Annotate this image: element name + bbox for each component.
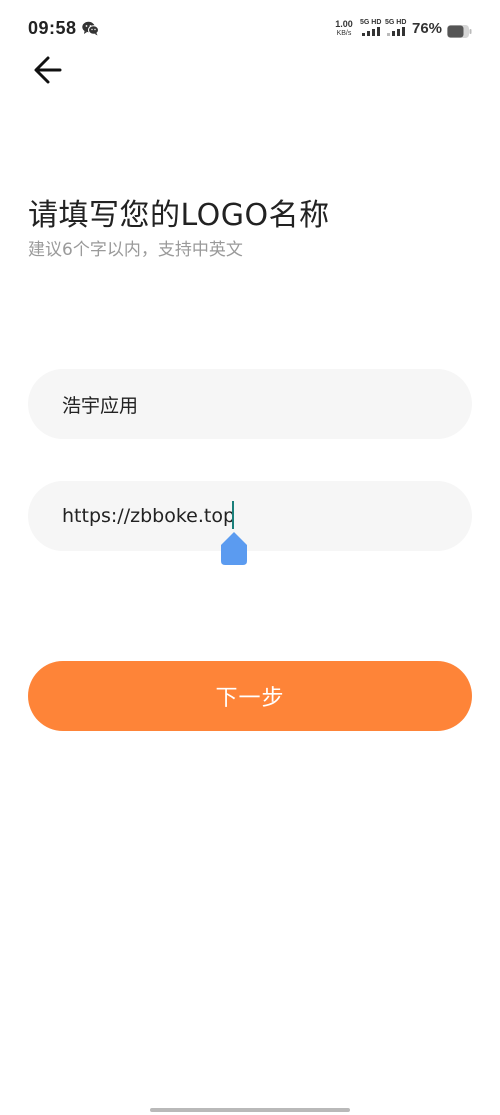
url-field[interactable]: [28, 481, 472, 551]
logo-name-field[interactable]: [28, 369, 472, 439]
logo-name-input[interactable]: [62, 369, 442, 439]
page-title: 请填写您的LOGO名称: [28, 198, 330, 234]
sim2-label: 5G HD: [385, 19, 407, 26]
network-speed: 1.00 KB/s: [332, 20, 356, 38]
battery-percent: 76%: [412, 20, 443, 37]
sim1-label: 5G HD: [360, 19, 382, 26]
sim1-signal: 5G HD: [360, 19, 384, 37]
status-time: 09:58: [28, 18, 77, 38]
text-cursor: [232, 501, 234, 529]
home-indicator[interactable]: [150, 1108, 350, 1112]
network-speed-unit: KB/s: [336, 30, 352, 37]
network-speed-value: 1.00: [335, 19, 353, 29]
next-step-button[interactable]: 下一步: [28, 661, 472, 731]
back-button[interactable]: [30, 52, 70, 88]
cursor-handle[interactable]: [220, 531, 248, 566]
wechat-icon: [82, 21, 99, 36]
status-bar: 09:58 1.00 KB/s 5G HD 5G HD 76%: [0, 0, 500, 60]
url-input[interactable]: [62, 481, 442, 551]
battery-icon: [447, 23, 472, 38]
back-arrow-icon: [34, 56, 62, 84]
cursor-handle-icon: [221, 532, 247, 565]
signal-bars-icon: [387, 27, 405, 36]
page-subtitle: 建议6个字以内，支持中英文: [28, 240, 243, 260]
signal-bars-icon: [362, 27, 380, 36]
sim2-signal: 5G HD: [385, 19, 409, 37]
